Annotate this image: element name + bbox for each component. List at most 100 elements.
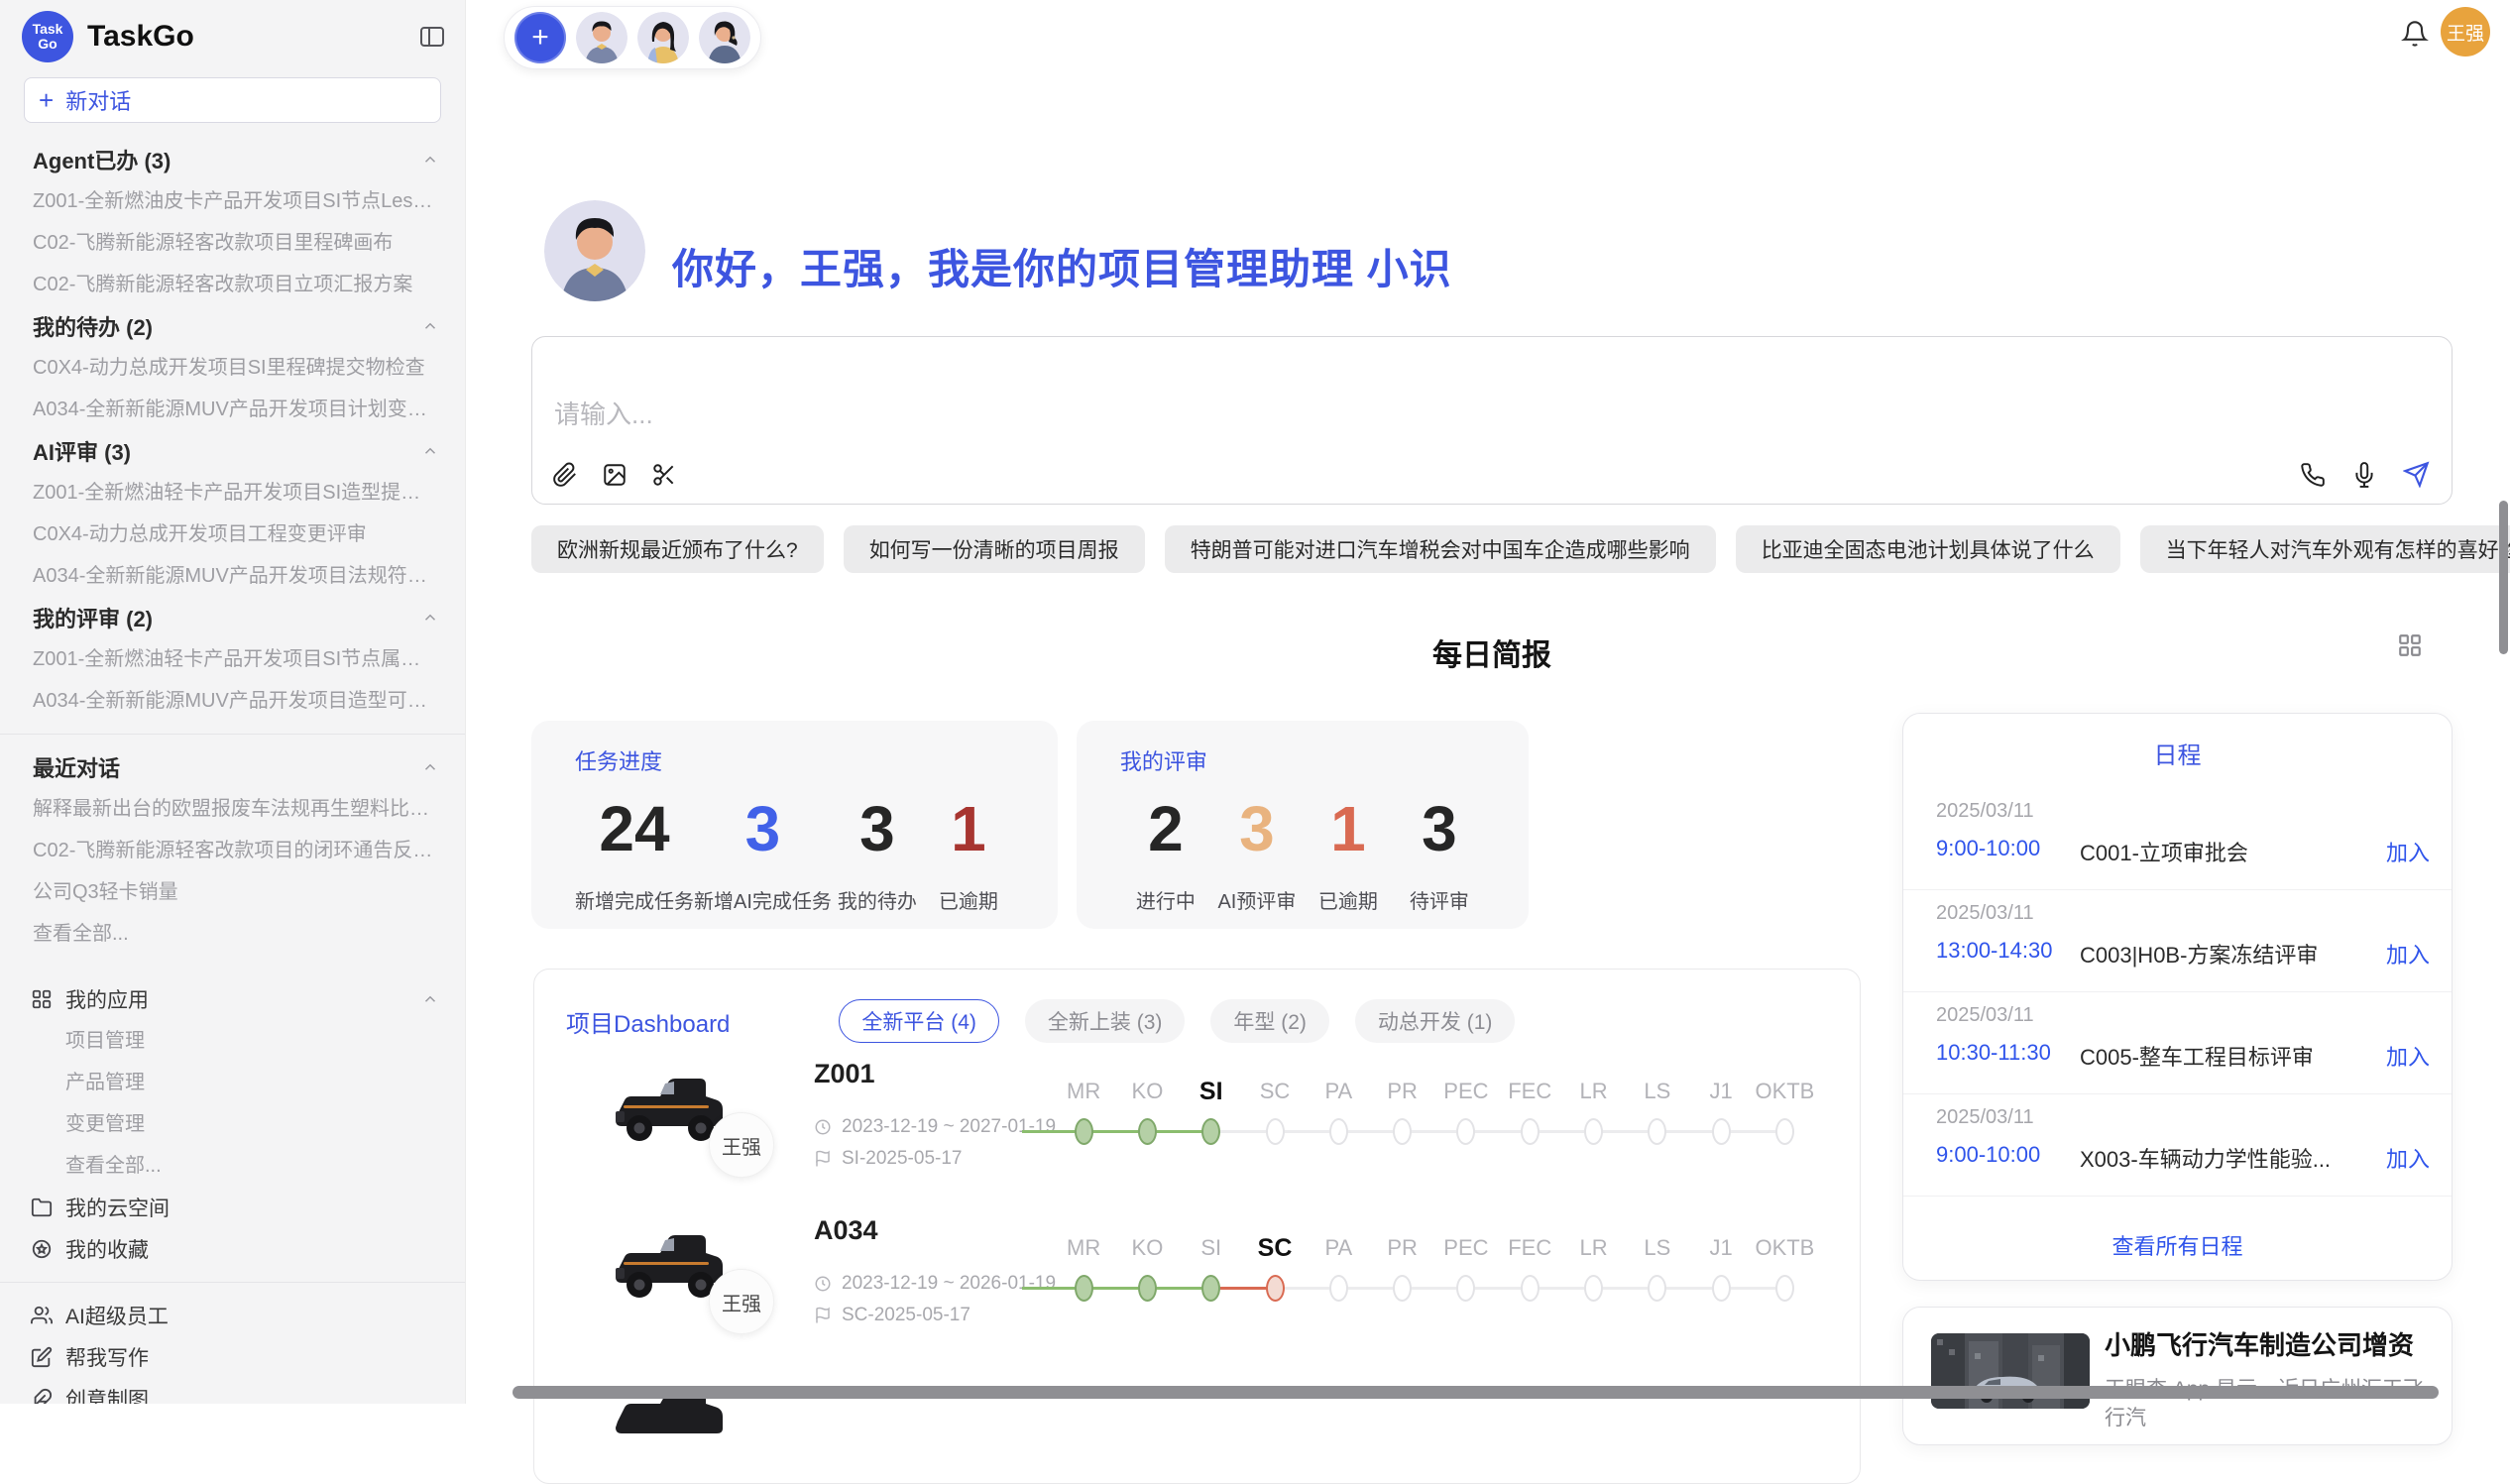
sidebar-item[interactable]: A034-全新新能源MUV产品开发项目造型可行性评审 bbox=[0, 680, 465, 722]
app-item[interactable]: 产品管理 bbox=[0, 1062, 465, 1103]
milestone-dot bbox=[1456, 1118, 1475, 1145]
phone-icon[interactable] bbox=[2300, 462, 2326, 488]
sidebar-item[interactable]: C0X4-动力总成开发项目SI里程碑提交物检查 bbox=[0, 347, 465, 389]
project-row[interactable]: 王强 Z001 2023-12-19 ~ 2027-01-19 SI-2025-… bbox=[534, 1039, 1860, 1196]
main-area: + 王强 你好，王强，我是你的项目管理助理 小识 请输入... bbox=[466, 0, 2510, 1404]
stat-value: 3 bbox=[694, 794, 832, 863]
filter-chip[interactable]: 全新平台 (4) bbox=[839, 999, 999, 1043]
sidebar-item[interactable]: C0X4-动力总成开发项目工程变更评审 bbox=[0, 514, 465, 555]
view-all-schedule-link[interactable]: 查看所有日程 bbox=[1903, 1229, 2452, 1261]
sidebar-item[interactable]: Z001-全新燃油轻卡产品开发项目SI节点属性5D文件评审 bbox=[0, 638, 465, 680]
sidebar-item-creative-draw[interactable]: 创意制图 bbox=[0, 1378, 465, 1404]
milestone-node: KO bbox=[1115, 1233, 1179, 1302]
join-link[interactable]: 加入 bbox=[2386, 1040, 2430, 1072]
star-icon bbox=[30, 1238, 54, 1260]
message-composer[interactable]: 请输入... bbox=[531, 336, 2453, 505]
event-time: 9:00-10:00 bbox=[1936, 1142, 2040, 1168]
stat-card-title: 任务进度 bbox=[575, 744, 1014, 776]
recent-chat-item[interactable]: 解释最新出台的欧盟报废车法规再生塑料比例被调至15%... bbox=[0, 788, 465, 830]
suggestion-chip[interactable]: 特朗普可能对进口汽车增税会对中国车企造成哪些影响 bbox=[1165, 525, 1716, 573]
section-header[interactable]: 我的待办 (2) bbox=[0, 305, 465, 347]
section-header[interactable]: 我的评审 (2) bbox=[0, 597, 465, 638]
app-item[interactable]: 项目管理 bbox=[0, 1020, 465, 1062]
chevron-up-icon[interactable] bbox=[421, 758, 439, 776]
image-icon[interactable] bbox=[602, 462, 628, 488]
recent-view-all[interactable]: 查看全部... bbox=[0, 913, 465, 955]
milestone-label: KO bbox=[1132, 1233, 1164, 1263]
avatar[interactable] bbox=[699, 12, 750, 63]
sidebar-item[interactable]: Z001-全新燃油轻卡产品开发项目SI造型提交物评审 bbox=[0, 472, 465, 514]
new-chat-button[interactable]: + 新对话 bbox=[24, 77, 441, 123]
news-card[interactable]: 小鹏飞行汽车制造公司增资 天眼查 App 显示，近日广州汇天飞行汽 bbox=[1902, 1307, 2453, 1445]
my-apps-header[interactable]: 我的应用 bbox=[0, 978, 465, 1020]
suggestion-chip[interactable]: 如何写一份清晰的项目周报 bbox=[844, 525, 1145, 573]
filter-chip[interactable]: 全新上装 (3) bbox=[1025, 999, 1186, 1043]
layout-grid-icon[interactable] bbox=[2397, 632, 2423, 658]
avatar[interactable] bbox=[637, 12, 689, 63]
suggestion-chip[interactable]: 比亚迪全固态电池计划具体说了什么 bbox=[1736, 525, 2120, 573]
chevron-up-icon[interactable] bbox=[421, 151, 439, 169]
milestone-label: SC bbox=[1260, 1077, 1291, 1106]
milestone-node: FEC bbox=[1498, 1077, 1561, 1145]
vertical-scrollbar[interactable] bbox=[2499, 501, 2508, 654]
edit-icon bbox=[30, 1346, 54, 1368]
join-link[interactable]: 加入 bbox=[2386, 836, 2430, 867]
add-session-button[interactable]: + bbox=[514, 12, 566, 63]
chevron-up-icon[interactable] bbox=[421, 317, 439, 335]
stat-value: 3 bbox=[1394, 794, 1485, 863]
recent-chat-item[interactable]: 公司Q3轻卡销量 bbox=[0, 871, 465, 913]
scissors-icon[interactable] bbox=[651, 462, 677, 488]
milestone-dot bbox=[1329, 1275, 1348, 1302]
chevron-up-icon[interactable] bbox=[421, 609, 439, 627]
sidebar-item-write-helper[interactable]: 帮我写作 bbox=[0, 1336, 465, 1378]
sidebar-item-favorites[interactable]: 我的收藏 bbox=[0, 1228, 465, 1270]
section-header[interactable]: Agent已办 (3) bbox=[0, 139, 465, 180]
project-row[interactable]: 王强 A034 2023-12-19 ~ 2026-01-19 SC-2025-… bbox=[534, 1196, 1860, 1352]
logo-text-top: Task bbox=[33, 22, 63, 37]
attachment-icon[interactable] bbox=[552, 462, 578, 488]
milestone-dot bbox=[1329, 1118, 1348, 1145]
milestone-dot bbox=[1775, 1275, 1794, 1302]
milestone-node: PR bbox=[1370, 1077, 1433, 1145]
filter-chip[interactable]: 动总开发 (1) bbox=[1355, 999, 1516, 1043]
sidebar-item-cloud-space[interactable]: 我的云空间 bbox=[0, 1187, 465, 1228]
recent-chats-header[interactable]: 最近对话 bbox=[0, 746, 465, 788]
send-icon[interactable] bbox=[2403, 461, 2430, 488]
apps-view-all[interactable]: 查看全部... bbox=[0, 1145, 465, 1187]
filter-chip[interactable]: 年型 (2) bbox=[1210, 999, 1329, 1043]
avatar[interactable] bbox=[576, 12, 628, 63]
logo-text-bottom: Go bbox=[38, 37, 57, 52]
app-item[interactable]: 变更管理 bbox=[0, 1103, 465, 1145]
horizontal-scrollbar[interactable] bbox=[513, 1386, 2439, 1399]
event-time: 13:00-14:30 bbox=[1936, 938, 2052, 964]
chevron-up-icon[interactable] bbox=[421, 442, 439, 460]
suggestion-chip[interactable]: 当下年轻人对汽车外观有怎样的喜好趋势 bbox=[2140, 525, 2510, 573]
milestone-label: MR bbox=[1067, 1077, 1100, 1106]
join-link[interactable]: 加入 bbox=[2386, 938, 2430, 970]
section-label: 我的评审 (2) bbox=[33, 602, 153, 633]
chevron-up-icon[interactable] bbox=[421, 990, 439, 1008]
clock-icon bbox=[814, 1275, 832, 1293]
user-avatar[interactable]: 王强 bbox=[2441, 7, 2490, 57]
milestone-label: LR bbox=[1579, 1233, 1607, 1263]
sidebar-item-ai-staff[interactable]: AI超级员工 bbox=[0, 1295, 465, 1336]
section-header[interactable]: AI评审 (3) bbox=[0, 430, 465, 472]
collapse-sidebar-icon[interactable] bbox=[419, 25, 445, 49]
milestone-dot bbox=[1648, 1118, 1666, 1145]
milestone-label: J1 bbox=[1709, 1233, 1732, 1263]
sidebar-item[interactable]: A034-全新新能源MUV产品开发项目计划变更表编写 bbox=[0, 389, 465, 430]
sidebar-item[interactable]: Z001-全新燃油皮卡产品开发项目SI节点Lesson Learn报告 bbox=[0, 180, 465, 222]
sidebar-item[interactable]: C02-飞腾新能源轻客改款项目里程碑画布 bbox=[0, 222, 465, 264]
sidebar-item[interactable]: A034-全新新能源MUV产品开发项目法规符合性评审 bbox=[0, 555, 465, 597]
notification-bell-icon[interactable] bbox=[2401, 20, 2429, 48]
stat: 3 我的待办 bbox=[832, 794, 923, 914]
event-time: 9:00-10:00 bbox=[1936, 836, 2040, 861]
app-title: TaskGo bbox=[87, 20, 419, 54]
microphone-icon[interactable] bbox=[2351, 462, 2377, 488]
join-link[interactable]: 加入 bbox=[2386, 1142, 2430, 1174]
milestone-dot bbox=[1393, 1275, 1412, 1302]
sidebar-item[interactable]: C02-飞腾新能源轻客改款项目立项汇报方案 bbox=[0, 264, 465, 305]
suggestion-chip[interactable]: 欧洲新规最近颁布了什么? bbox=[531, 525, 824, 573]
project-dates: 2023-12-19 ~ 2026-01-19 bbox=[814, 1273, 1056, 1295]
recent-chat-item[interactable]: C02-飞腾新能源轻客改款项目的闭环通告反馈情况 bbox=[0, 830, 465, 871]
